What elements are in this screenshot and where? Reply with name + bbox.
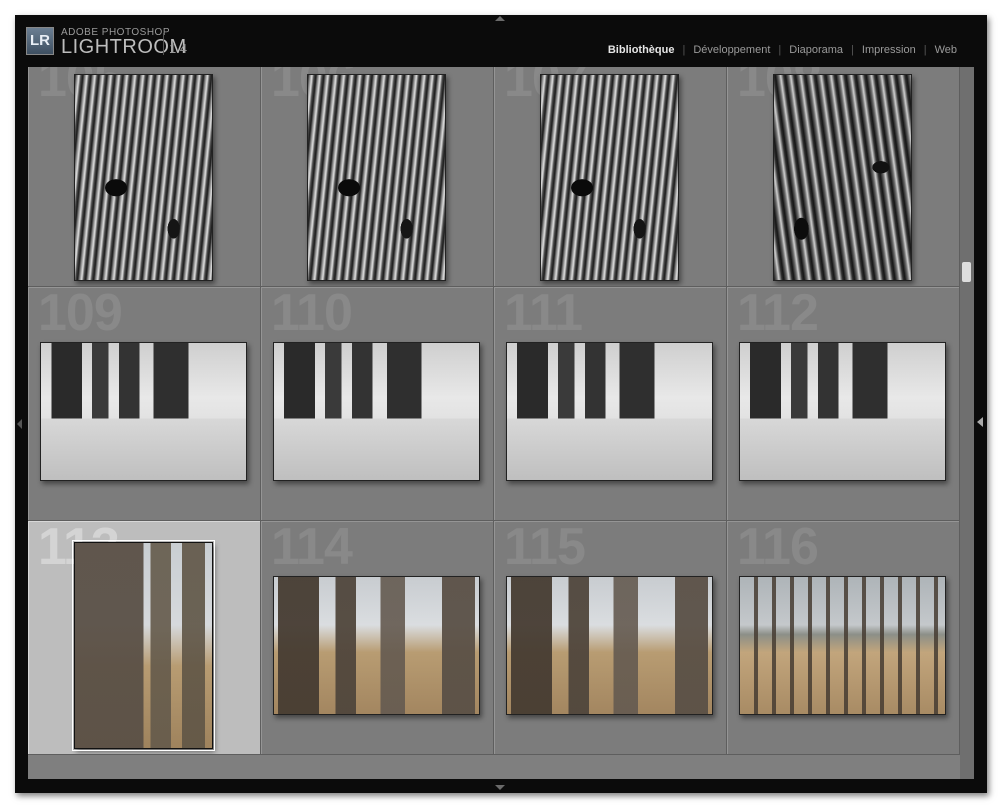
module-picker: Bibliothèque | Développement | Diaporama…: [608, 44, 957, 56]
grid-cell[interactable]: 113: [28, 521, 261, 755]
photo-thumbnail[interactable]: [540, 73, 679, 281]
photo-thumbnail[interactable]: [40, 341, 247, 481]
cell-index-number: 115: [504, 521, 586, 576]
cell-index-number: 111: [504, 287, 583, 342]
module-separator: |: [778, 44, 782, 56]
version-label: 1.4: [169, 41, 188, 56]
photo-thumbnail[interactable]: [773, 73, 912, 281]
right-panel-toggle-icon[interactable]: [977, 417, 983, 427]
photo-thumbnail[interactable]: [506, 341, 713, 481]
grid-cell[interactable]: 115: [494, 521, 727, 755]
top-panel-toggle-icon[interactable]: [495, 16, 505, 21]
grid-cell[interactable]: 114: [261, 521, 494, 755]
photo-thumbnail[interactable]: [506, 575, 713, 715]
grid-cell[interactable]: 116: [727, 521, 960, 755]
grid-scrollbar[interactable]: [960, 67, 974, 779]
bottom-panel-toggle-icon[interactable]: [495, 785, 505, 790]
module-diaporama[interactable]: Diaporama: [789, 44, 843, 56]
module-separator: |: [682, 44, 686, 56]
grid-cell[interactable]: 111: [494, 287, 727, 521]
cell-index-number: 112: [737, 287, 819, 342]
photo-thumbnail[interactable]: [273, 575, 480, 715]
grid-cell[interactable]: 112: [727, 287, 960, 521]
cell-index-number: 109: [38, 287, 123, 342]
photo-thumbnail[interactable]: [739, 575, 946, 715]
left-panel-toggle-icon[interactable]: [17, 419, 22, 429]
grid-cell[interactable]: 110: [261, 287, 494, 521]
module-developpement[interactable]: Développement: [693, 44, 770, 56]
photo-thumbnail[interactable]: [739, 341, 946, 481]
photo-thumbnail[interactable]: [273, 341, 480, 481]
lightroom-logo-icon: LR: [26, 27, 54, 55]
photo-grid: 105106107108 109 110 111 112 113114 115 116: [28, 67, 960, 779]
module-impression[interactable]: Impression: [862, 44, 916, 56]
grid-cell[interactable]: 105: [28, 67, 261, 287]
scrollbar-thumb[interactable]: [962, 262, 971, 282]
brand-divider: [163, 33, 164, 55]
photo-thumbnail[interactable]: [74, 73, 213, 281]
grid-cell[interactable]: 109: [28, 287, 261, 521]
lightroom-window: LR ADOBE PHOTOSHOP LIGHTROOM 1.4 Bibliot…: [15, 15, 987, 793]
grid-cell[interactable]: 107: [494, 67, 727, 287]
cell-index-number: 116: [737, 521, 819, 576]
grid-cell[interactable]: 106: [261, 67, 494, 287]
grid-cell[interactable]: 108: [727, 67, 960, 287]
cell-index-number: 110: [271, 287, 353, 342]
brand-title: LIGHTROOM: [61, 36, 187, 58]
module-web[interactable]: Web: [935, 44, 957, 56]
module-separator: |: [923, 44, 927, 56]
module-bibliotheque[interactable]: Bibliothèque: [608, 44, 675, 56]
cell-index-number: 114: [271, 521, 353, 576]
photo-thumbnail[interactable]: [307, 73, 446, 281]
module-separator: |: [851, 44, 854, 56]
photo-thumbnail[interactable]: [72, 539, 215, 751]
